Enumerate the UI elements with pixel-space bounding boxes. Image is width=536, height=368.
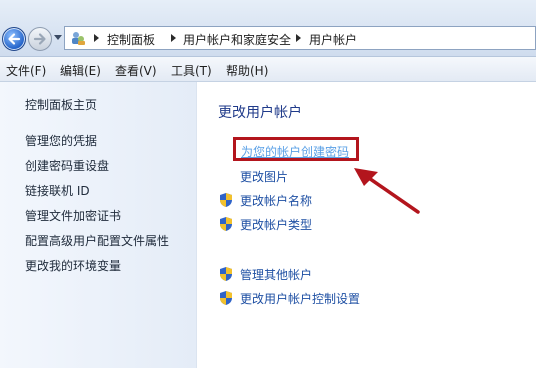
menu-file[interactable]: 文件(F)	[6, 62, 46, 79]
breadcrumb-separator-icon[interactable]	[171, 34, 176, 42]
configure-profile-properties-link[interactable]: 配置高级用户配置文件属性	[25, 232, 169, 249]
manage-credentials-link[interactable]: 管理您的凭据	[25, 132, 97, 149]
manage-other-accounts-link[interactable]: 管理其他帐户	[240, 266, 312, 283]
address-toolbar: 控制面板 用户帐户和家庭安全 用户帐户	[0, 0, 536, 57]
breadcrumb-separator-icon[interactable]	[94, 34, 99, 42]
change-account-type-link[interactable]: 更改帐户类型	[240, 216, 312, 233]
menu-edit[interactable]: 编辑(E)	[60, 62, 101, 79]
create-password-reset-disk-link[interactable]: 创建密码重设盘	[25, 157, 109, 174]
uac-shield-icon	[220, 217, 232, 231]
breadcrumb-control-panel[interactable]: 控制面板	[107, 31, 155, 48]
link-online-id-link[interactable]: 链接联机 ID	[25, 182, 90, 199]
forward-button[interactable]	[28, 27, 52, 51]
create-password-link[interactable]: 为您的帐户创建密码	[241, 143, 349, 160]
menu-help[interactable]: 帮助(H)	[226, 62, 268, 79]
red-arrow-icon	[354, 168, 420, 214]
address-bar[interactable]: 控制面板 用户帐户和家庭安全 用户帐户	[64, 26, 536, 50]
recent-pages-dropdown[interactable]	[54, 35, 62, 40]
control-panel-icon	[72, 32, 85, 45]
menu-tools[interactable]: 工具(T)	[171, 62, 212, 79]
control-panel-home-link[interactable]: 控制面板主页	[25, 96, 97, 113]
left-navigation-pane: 控制面板主页 管理您的凭据 创建密码重设盘 链接联机 ID 管理文件加密证书 配…	[0, 82, 197, 368]
change-environment-variables-link[interactable]: 更改我的环境变量	[25, 257, 121, 274]
page-title: 更改用户帐户	[218, 105, 302, 121]
main-content: 更改用户帐户 为您的帐户创建密码 更改图片 更改帐户名称 更改帐户类型 管理其他…	[197, 82, 536, 368]
breadcrumb-separator-icon[interactable]	[296, 34, 301, 42]
back-arrow-icon	[8, 33, 21, 45]
back-button[interactable]	[2, 27, 26, 51]
manage-encryption-certificates-link[interactable]: 管理文件加密证书	[25, 207, 121, 224]
breadcrumb-user-accounts-family-safety[interactable]: 用户帐户和家庭安全	[183, 31, 291, 48]
menu-bar: 文件(F) 编辑(E) 查看(V) 工具(T) 帮助(H)	[0, 57, 536, 82]
uac-shield-icon	[220, 291, 232, 305]
menu-view[interactable]: 查看(V)	[115, 62, 157, 79]
uac-shield-icon	[220, 193, 232, 207]
forward-arrow-icon	[33, 33, 46, 45]
change-picture-link[interactable]: 更改图片	[240, 168, 288, 185]
uac-shield-icon	[220, 267, 232, 281]
change-account-name-link[interactable]: 更改帐户名称	[240, 192, 312, 209]
breadcrumb-user-accounts[interactable]: 用户帐户	[309, 31, 357, 48]
change-uac-settings-link[interactable]: 更改用户帐户控制设置	[240, 290, 360, 307]
